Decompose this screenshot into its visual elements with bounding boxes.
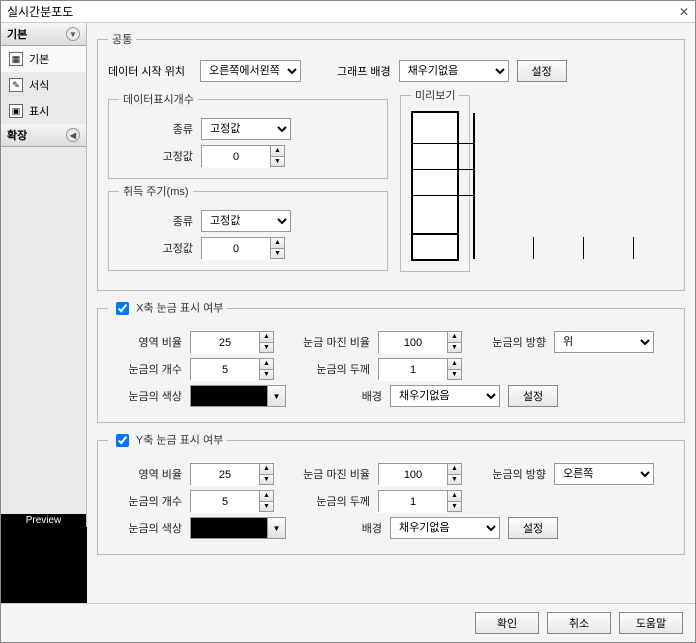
sidebar-item-basic[interactable]: ▦ 기본 <box>1 46 86 72</box>
data-start-select[interactable]: 오른쪽에서왼쪽 <box>200 60 301 82</box>
display-count-legend: 데이터표시개수 <box>119 91 198 107</box>
chevron-down-icon: ▼ <box>66 27 80 41</box>
y-thick-spinner[interactable]: ▲▼ <box>378 490 462 512</box>
y-bg-select[interactable]: 채우기없음 <box>390 517 500 539</box>
acq-legend: 취득 주기(ms) <box>119 183 193 199</box>
dialog-footer: 확인 취소 도움말 <box>1 603 695 642</box>
spin-down-icon[interactable]: ▼ <box>271 157 284 167</box>
x-bg-label: 배경 <box>294 388 382 404</box>
group-display-count: 데이터표시개수 종류 고정값 고정값 ▲▼ <box>108 91 388 179</box>
spin-up-icon[interactable]: ▲ <box>271 146 284 157</box>
dc-type-select[interactable]: 고정값 <box>201 118 291 140</box>
graph-bg-select[interactable]: 채우기없음 <box>399 60 509 82</box>
x-bg-settings-button[interactable]: 설정 <box>508 385 558 407</box>
chevron-down-icon[interactable]: ▼ <box>267 386 285 406</box>
y-margin-label: 눈금 마진 비율 <box>282 466 370 482</box>
sidebar-preview: Preview <box>1 514 86 603</box>
x-count-spinner[interactable]: ▲▼ <box>190 358 274 380</box>
sidebar-item-format[interactable]: ✎ 서식 <box>1 72 86 98</box>
dialog-window: 실시간분포도 ✕ 기본 ▼ ▦ 기본 ✎ 서식 ▣ 표시 확장 ◀ <box>0 0 696 643</box>
main-panel: 공통 데이터 시작 위치 오른쪽에서왼쪽 그래프 배경 채우기없음 설정 데이터… <box>87 23 695 603</box>
x-area-spinner[interactable]: ▲▼ <box>190 331 274 353</box>
y-margin-spinner[interactable]: ▲▼ <box>378 463 462 485</box>
group-common: 공통 데이터 시작 위치 오른쪽에서왼쪽 그래프 배경 채우기없음 설정 데이터… <box>97 31 685 291</box>
xaxis-enable-checkbox[interactable] <box>116 302 129 315</box>
ok-button[interactable]: 확인 <box>475 612 539 634</box>
chevron-down-icon[interactable]: ▼ <box>267 518 285 538</box>
x-margin-spinner[interactable]: ▲▼ <box>378 331 462 353</box>
title-bar: 실시간분포도 ✕ <box>1 1 695 23</box>
spin-up-icon[interactable]: ▲ <box>271 238 284 249</box>
chevron-left-icon: ◀ <box>66 128 80 142</box>
y-area-spinner[interactable]: ▲▼ <box>190 463 274 485</box>
x-color-picker[interactable]: ▼ <box>190 385 286 407</box>
data-start-label: 데이터 시작 위치 <box>108 63 192 79</box>
document-icon: ✎ <box>9 78 23 92</box>
color-swatch <box>191 386 267 406</box>
acq-fixed-spinner[interactable]: ▲▼ <box>201 237 285 259</box>
x-area-label: 영역 비율 <box>108 334 182 350</box>
x-count-label: 눈금의 개수 <box>108 361 182 377</box>
y-dir-label: 눈금의 방향 <box>470 466 546 482</box>
page-icon: ▣ <box>9 104 23 118</box>
x-dir-label: 눈금의 방향 <box>470 334 546 350</box>
y-bg-settings-button[interactable]: 설정 <box>508 517 558 539</box>
graph-bg-settings-button[interactable]: 설정 <box>517 60 567 82</box>
preview-label: Preview <box>1 514 86 527</box>
y-count-label: 눈금의 개수 <box>108 493 182 509</box>
acq-type-label: 종류 <box>119 213 193 229</box>
dc-fixed-spinner[interactable]: ▲▼ <box>201 145 285 167</box>
sidebar: 기본 ▼ ▦ 기본 ✎ 서식 ▣ 표시 확장 ◀ Preview <box>1 23 87 603</box>
window-title: 실시간분포도 <box>7 3 73 20</box>
acq-type-select[interactable]: 고정값 <box>201 210 291 232</box>
graph-bg-label: 그래프 배경 <box>337 63 391 79</box>
group-preview: 미리보기 <box>400 87 470 272</box>
grid-icon: ▦ <box>9 52 23 66</box>
y-thick-label: 눈금의 두께 <box>282 493 370 509</box>
cancel-button[interactable]: 취소 <box>547 612 611 634</box>
y-count-spinner[interactable]: ▲▼ <box>190 490 274 512</box>
y-bg-label: 배경 <box>294 520 382 536</box>
dc-type-label: 종류 <box>119 121 193 137</box>
sidebar-item-display[interactable]: ▣ 표시 <box>1 98 86 124</box>
y-color-picker[interactable]: ▼ <box>190 517 286 539</box>
acq-fixed-input[interactable] <box>202 238 270 260</box>
group-acq-period: 취득 주기(ms) 종류 고정값 고정값 ▲▼ <box>108 183 388 271</box>
x-dir-select[interactable]: 위 <box>554 331 654 353</box>
spin-down-icon[interactable]: ▼ <box>271 249 284 259</box>
x-thick-label: 눈금의 두께 <box>282 361 370 377</box>
x-color-label: 눈금의 색상 <box>108 388 182 404</box>
preview-legend: 미리보기 <box>411 87 459 103</box>
help-button[interactable]: 도움말 <box>619 612 683 634</box>
x-thick-spinner[interactable]: ▲▼ <box>378 358 462 380</box>
group-common-legend: 공통 <box>108 31 136 47</box>
preview-chart <box>411 111 459 261</box>
close-icon[interactable]: ✕ <box>679 5 689 19</box>
sidebar-header-ext[interactable]: 확장 ◀ <box>1 124 86 147</box>
dc-fixed-input[interactable] <box>202 146 270 168</box>
group-yaxis: Y축 눈금 표시 여부 영역 비율 ▲▼ 눈금 마진 비율 ▲▼ 눈금의 방향 … <box>97 431 685 555</box>
yaxis-enable-checkbox[interactable] <box>116 434 129 447</box>
acq-fixed-label: 고정값 <box>119 240 193 256</box>
yaxis-legend: Y축 눈금 표시 여부 <box>108 431 227 450</box>
xaxis-legend: X축 눈금 표시 여부 <box>108 299 227 318</box>
sidebar-header-basic[interactable]: 기본 ▼ <box>1 23 86 46</box>
preview-thumbnail <box>1 527 87 603</box>
dc-fixed-label: 고정값 <box>119 148 193 164</box>
x-margin-label: 눈금 마진 비율 <box>282 334 370 350</box>
y-area-label: 영역 비율 <box>108 466 182 482</box>
y-color-label: 눈금의 색상 <box>108 520 182 536</box>
x-bg-select[interactable]: 채우기없음 <box>390 385 500 407</box>
group-xaxis: X축 눈금 표시 여부 영역 비율 ▲▼ 눈금 마진 비율 ▲▼ 눈금의 방향 … <box>97 299 685 423</box>
color-swatch <box>191 518 267 538</box>
y-dir-select[interactable]: 오른쪽 <box>554 463 654 485</box>
